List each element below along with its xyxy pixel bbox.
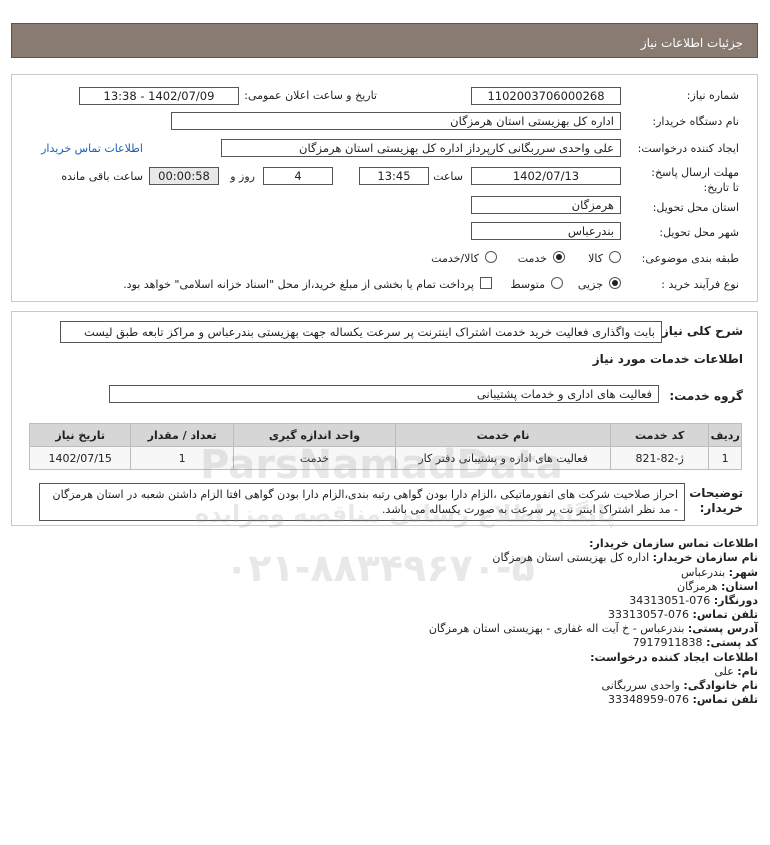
deadline-date-field: 1402/07/13 (471, 167, 621, 185)
services-panel: شرح کلی نیاز: بابت واگذاری فعالیت خرید خ… (11, 311, 758, 526)
creator-last-name-line: نام خانوادگی: واحدی سرربگانی (601, 679, 758, 692)
creator-field: علی واحدی سرربگانی کارپرداز اداره کل بهز… (221, 139, 621, 157)
days-label: روز و (230, 170, 255, 183)
remaining-time-field: 00:00:58 (149, 167, 219, 185)
org-contact-heading: اطلاعات تماس سازمان خریدار: (589, 537, 758, 550)
description-label: شرح کلی نیاز: (657, 324, 743, 338)
need-number-field: 1102003706000268 (471, 87, 621, 105)
announce-label: تاریخ و ساعت اعلان عمومی: (244, 89, 377, 102)
deadline-time-field: 13:45 (359, 167, 429, 185)
service-group-field: فعالیت های اداری و خدمات پشتیبانی (109, 385, 659, 403)
category-both-label: کالا/خدمت (431, 252, 479, 265)
process-medium-radio[interactable] (551, 277, 563, 289)
province-field: هرمزگان (471, 196, 621, 214)
category-both-radio[interactable] (485, 251, 497, 263)
services-heading: اطلاعات خدمات مورد نیاز (592, 352, 743, 366)
details-panel: شماره نیاز: 1102003706000268 تاریخ و ساع… (11, 74, 758, 302)
page-title: جزئیات اطلاعات نیاز (640, 36, 743, 50)
cell-qty: 1 (130, 446, 234, 470)
services-table: ردیف کد خدمت نام خدمت واحد اندازه گیری ت… (28, 423, 742, 470)
province-label: استان محل تحویل: (652, 201, 739, 214)
service-group-label: گروه خدمت: (669, 389, 743, 403)
col-row-header: ردیف (708, 423, 742, 447)
col-qty-header: تعداد / مقدار (130, 423, 234, 447)
creator-first-name-line: نام: علی (714, 665, 758, 678)
col-name-header: نام خدمت (395, 423, 611, 447)
buyer-notes-field: احراز صلاحیت شرکت های انفورماتیکی ،الزام… (39, 483, 685, 521)
buyer-notes-label: توضیحات خریدار: (689, 486, 743, 515)
city-field: بندرعباس (471, 222, 621, 240)
cell-name: فعالیت های اداره و پشتیبانی دفتر کار (395, 446, 611, 470)
col-date-header: تاریخ نیاز (28, 423, 132, 447)
watermark-phone: ۰۲۱-۸۸۳۴۹۶۷۰-۵ (225, 546, 535, 590)
creator-contact-heading: اطلاعات ایجاد کننده درخواست: (590, 651, 758, 664)
process-minor-label: جزیی (577, 278, 603, 291)
col-unit-header: واحد اندازه گیری (232, 423, 397, 447)
cell-date: 1402/07/15 (28, 446, 132, 470)
org-name-line: نام سازمان خریدار: اداره کل بهزیستی استا… (492, 551, 758, 564)
days-field: 4 (263, 167, 333, 185)
table-header-row: ردیف کد خدمت نام خدمت واحد اندازه گیری ت… (28, 423, 742, 447)
process-label: نوع فرآیند خرید : (661, 278, 739, 291)
process-minor-radio[interactable] (609, 277, 621, 289)
category-goods-label: کالا (588, 252, 603, 265)
org-postal-line: کد پستی: 7917911838 (632, 636, 758, 649)
cell-row: 1 (708, 446, 742, 470)
remaining-label: ساعت باقی مانده (61, 170, 143, 183)
org-address-line: آدرس پستی: بندرعباس - خ آیت اله غفاری - … (428, 622, 758, 635)
category-service-radio[interactable] (553, 251, 565, 263)
creator-label: ایجاد کننده درخواست: (637, 142, 739, 155)
org-city-line: شهر: بندرعباس (681, 566, 758, 579)
creator-phone-line: تلفن تماس: 076-33348959 (608, 693, 758, 706)
col-code-header: کد خدمت (609, 423, 710, 447)
category-label: طبقه بندی موضوعی: (641, 252, 739, 265)
announce-field: 1402/07/09 - 13:38 (79, 87, 239, 105)
category-service-label: خدمت (517, 252, 547, 265)
city-label: شهر محل تحویل: (659, 226, 739, 239)
treasury-payment-text: پرداخت تمام یا بخشی از مبلغ خرید،از محل … (123, 278, 474, 291)
cell-unit: خدمت (232, 446, 397, 470)
time-label: ساعت (433, 170, 463, 183)
org-phone-line: تلفن تماس: 076-33313057 (608, 608, 758, 621)
buyer-contact-link[interactable]: اطلاعات تماس خریدار (41, 142, 143, 155)
page-header: جزئیات اطلاعات نیاز (11, 23, 758, 58)
table-row: 1 ژ-82-821 فعالیت های اداره و پشتیبانی د… (28, 446, 742, 470)
process-medium-label: متوسط (510, 278, 545, 291)
need-number-label: شماره نیاز: (686, 89, 739, 102)
category-goods-radio[interactable] (609, 251, 621, 263)
description-field: بابت واگذاری فعالیت خرید خدمت اشتراک این… (60, 321, 662, 343)
buyer-field: اداره کل بهزیستی استان هرمزگان (171, 112, 621, 130)
treasury-payment-checkbox[interactable] (480, 277, 492, 289)
deadline-label: مهلت ارسال پاسخ: تا تاریخ: (651, 166, 739, 194)
org-fax-line: دورنگار: 076-34313051 (629, 594, 758, 607)
org-province-line: استان: هرمزگان (677, 580, 758, 593)
cell-code: ژ-82-821 (609, 446, 710, 470)
buyer-label: نام دستگاه خریدار: (652, 115, 739, 128)
